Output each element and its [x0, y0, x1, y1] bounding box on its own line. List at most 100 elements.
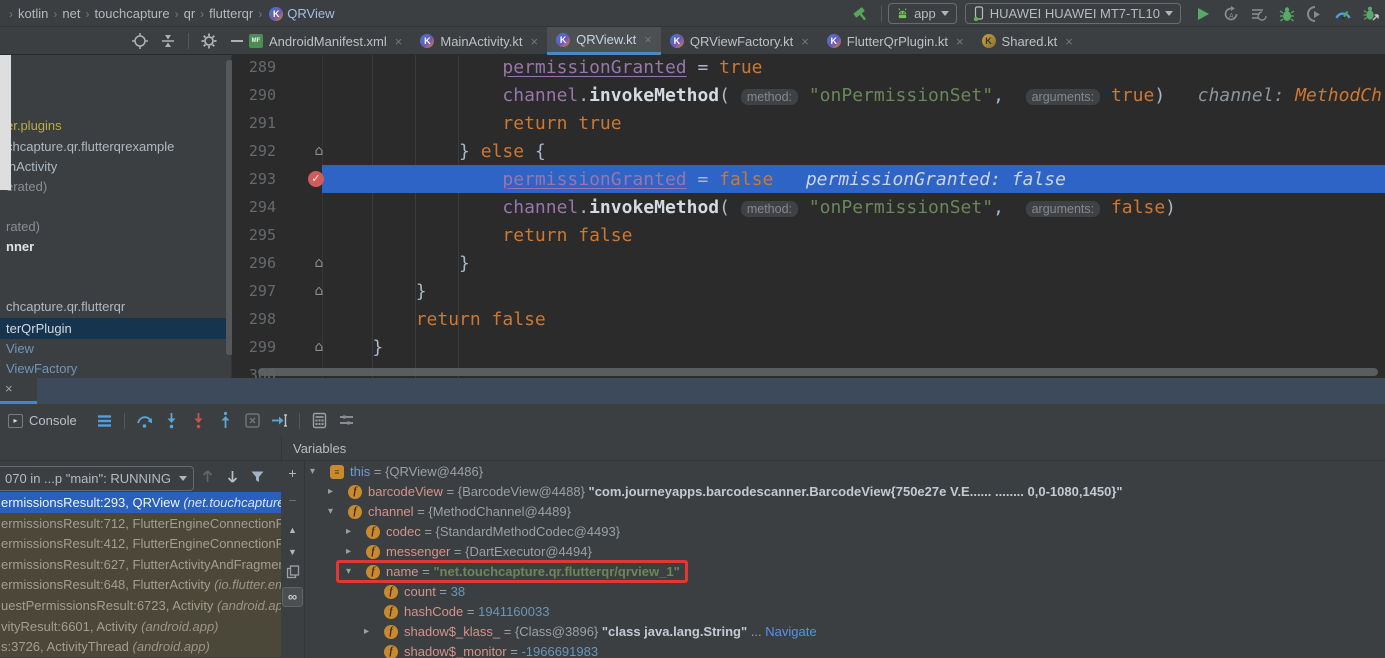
apply-code-changes-icon[interactable] [1250, 5, 1268, 23]
collapse-icon[interactable]: ▾ [310, 462, 315, 482]
console-tab[interactable]: Console [29, 413, 77, 428]
code-line-298[interactable]: 298 return false [232, 305, 1385, 333]
thread-selector[interactable]: 070 in ...p "main": RUNNING [0, 466, 194, 491]
breadcrumb-item[interactable]: qr [184, 6, 196, 21]
frame-up-icon[interactable] [200, 469, 215, 484]
collapse-all-icon[interactable] [159, 32, 177, 50]
filter-icon[interactable] [250, 469, 265, 484]
line-number[interactable]: 298 [236, 305, 276, 333]
variable-row-hashCode[interactable]: fhashCode = 1941160033 [305, 602, 1385, 622]
stack-frame-row[interactable]: uestPermissionsResult:6723, Activity (an… [0, 595, 281, 616]
variable-row-messenger[interactable]: ▸fmessenger = {DartExecutor@4494} [305, 542, 1385, 562]
remove-watch-icon[interactable]: − [281, 491, 304, 509]
line-number[interactable]: 294 [236, 193, 276, 221]
drop-frame-icon[interactable] [243, 411, 262, 430]
breakpoint-icon[interactable]: ✓ [308, 171, 324, 187]
code-line-291[interactable]: 291 return true [232, 109, 1385, 137]
code-line-294[interactable]: 294 channel.invokeMethod( method: "onPer… [232, 193, 1385, 221]
gear-icon[interactable] [200, 32, 218, 50]
code-line-295[interactable]: 295 return false [232, 221, 1385, 249]
line-number[interactable]: 292 [236, 137, 276, 165]
project-item[interactable]: View [6, 339, 34, 359]
line-number[interactable]: 290 [236, 81, 276, 109]
breadcrumb-item[interactable]: flutterqr [209, 6, 253, 21]
move-up-icon[interactable]: ▲ [281, 521, 304, 539]
project-item[interactable]: nner [6, 237, 34, 257]
step-out-icon[interactable] [216, 411, 235, 430]
close-icon[interactable]: × [5, 381, 13, 396]
expand-icon[interactable]: ▸ [346, 542, 351, 562]
step-over-icon[interactable] [135, 411, 154, 430]
variable-row-codec[interactable]: ▸fcodec = {StandardMethodCodec@4493} [305, 522, 1385, 542]
editor-horizontal-scrollbar[interactable] [258, 368, 1378, 376]
breadcrumb-item[interactable]: touchcapture [94, 6, 169, 21]
run-config-selector[interactable]: app [888, 3, 957, 24]
line-number[interactable]: 293 [236, 165, 276, 193]
attach-debugger-to-process-icon[interactable] [1362, 5, 1380, 23]
close-icon[interactable]: × [644, 32, 652, 47]
project-item[interactable]: ViewFactory [6, 359, 77, 378]
project-item[interactable]: rated) [6, 217, 40, 237]
attach-debugger-icon[interactable] [1306, 5, 1324, 23]
variable-row-shadow$_klass_[interactable]: ▸fshadow$_klass_ = {Class@3896} "class j… [305, 622, 1385, 642]
frame-down-icon[interactable] [225, 469, 240, 484]
close-icon[interactable]: × [1065, 34, 1073, 49]
project-item[interactable]: inActivity [6, 157, 57, 177]
add-watch-icon[interactable]: + [281, 464, 304, 482]
locate-icon[interactable] [131, 32, 149, 50]
line-number[interactable]: 299 [236, 333, 276, 361]
breadcrumb-current[interactable]: QRView [287, 6, 334, 21]
code-line-297[interactable]: 297⌂ } [232, 277, 1385, 305]
code-line-296[interactable]: 296⌂ } [232, 249, 1385, 277]
stack-frame-row[interactable]: ermissionsResult:648, FlutterActivity (i… [0, 574, 281, 595]
show-return-values-icon[interactable]: ∞ [282, 587, 303, 607]
navigate-link[interactable]: Navigate [765, 624, 816, 639]
breadcrumb-item[interactable]: net [62, 6, 80, 21]
settings-menu-icon[interactable] [95, 411, 114, 430]
evaluate-expression-icon[interactable] [310, 411, 329, 430]
project-item[interactable]: er.plugins [6, 116, 62, 136]
variable-row-shadow$_monitor[interactable]: fshadow$_monitor = -1966691983 [305, 642, 1385, 658]
layout-settings-icon[interactable] [337, 411, 356, 430]
force-step-into-icon[interactable] [189, 411, 208, 430]
tab-QRViewFactory.kt[interactable]: KQRViewFactory.kt× [661, 27, 818, 55]
code-line-293[interactable]: 293✓ permissionGranted = false permissio… [232, 165, 1385, 193]
stack-frame-row[interactable]: vityResult:6601, Activity (android.app) [0, 616, 281, 637]
device-selector[interactable]: HUAWEI HUAWEI MT7-TL10 [965, 3, 1181, 24]
line-number[interactable]: 295 [236, 221, 276, 249]
tab-QRView.kt[interactable]: KQRView.kt× [547, 27, 661, 55]
variable-row-count[interactable]: fcount = 38 [305, 582, 1385, 602]
project-item-selected[interactable]: terQrPlugin [0, 318, 232, 339]
duplicate-icon[interactable] [281, 563, 304, 579]
close-icon[interactable]: × [395, 34, 403, 49]
tab-AndroidManifest.xml[interactable]: MFAndroidManifest.xml× [240, 27, 411, 55]
debug-icon[interactable] [1278, 5, 1296, 23]
project-tree-panel[interactable]: er.pluginschcapture.qr.flutterqrexamplei… [0, 55, 232, 378]
code-editor[interactable]: 289 permissionGranted = true290 channel.… [232, 55, 1385, 378]
run-icon[interactable] [1194, 5, 1212, 23]
stack-frame-row[interactable]: s:3726, ActivityThread (android.app) [0, 636, 281, 657]
debug-hidden-tab[interactable]: × [0, 378, 37, 404]
project-item[interactable]: chcapture.qr.flutterqr [6, 297, 125, 317]
project-item[interactable]: erated) [6, 177, 47, 197]
line-number[interactable]: 296 [236, 249, 276, 277]
tab-FlutterQrPlugin.kt[interactable]: KFlutterQrPlugin.kt× [818, 27, 973, 55]
step-into-icon[interactable] [162, 411, 181, 430]
code-line-299[interactable]: 299⌂ } [232, 333, 1385, 361]
fold-marker-icon[interactable]: ⌂ [310, 277, 328, 305]
line-number[interactable]: 289 [236, 55, 276, 81]
apply-changes-restart-icon[interactable]: A [1222, 5, 1240, 23]
stack-frame-row[interactable]: ermissionsResult:293, QRView (net.touchc… [0, 492, 281, 513]
expand-icon[interactable]: ▸ [328, 482, 333, 502]
close-icon[interactable]: × [801, 34, 809, 49]
move-down-icon[interactable]: ▼ [281, 543, 304, 561]
close-icon[interactable]: × [530, 34, 538, 49]
code-line-290[interactable]: 290 channel.invokeMethod( method: "onPer… [232, 81, 1385, 109]
tab-MainActivity.kt[interactable]: KMainActivity.kt× [411, 27, 547, 55]
expand-icon[interactable]: ▸ [346, 522, 351, 542]
project-item[interactable]: chcapture.qr.flutterqrexample [6, 137, 174, 157]
variable-row-channel[interactable]: ▾fchannel = {MethodChannel@4489} [305, 502, 1385, 522]
fold-marker-icon[interactable]: ⌂ [310, 249, 328, 277]
run-to-cursor-icon[interactable] [270, 411, 289, 430]
stack-frame-row[interactable]: ermissionsResult:412, FlutterEngineConne… [0, 533, 281, 554]
